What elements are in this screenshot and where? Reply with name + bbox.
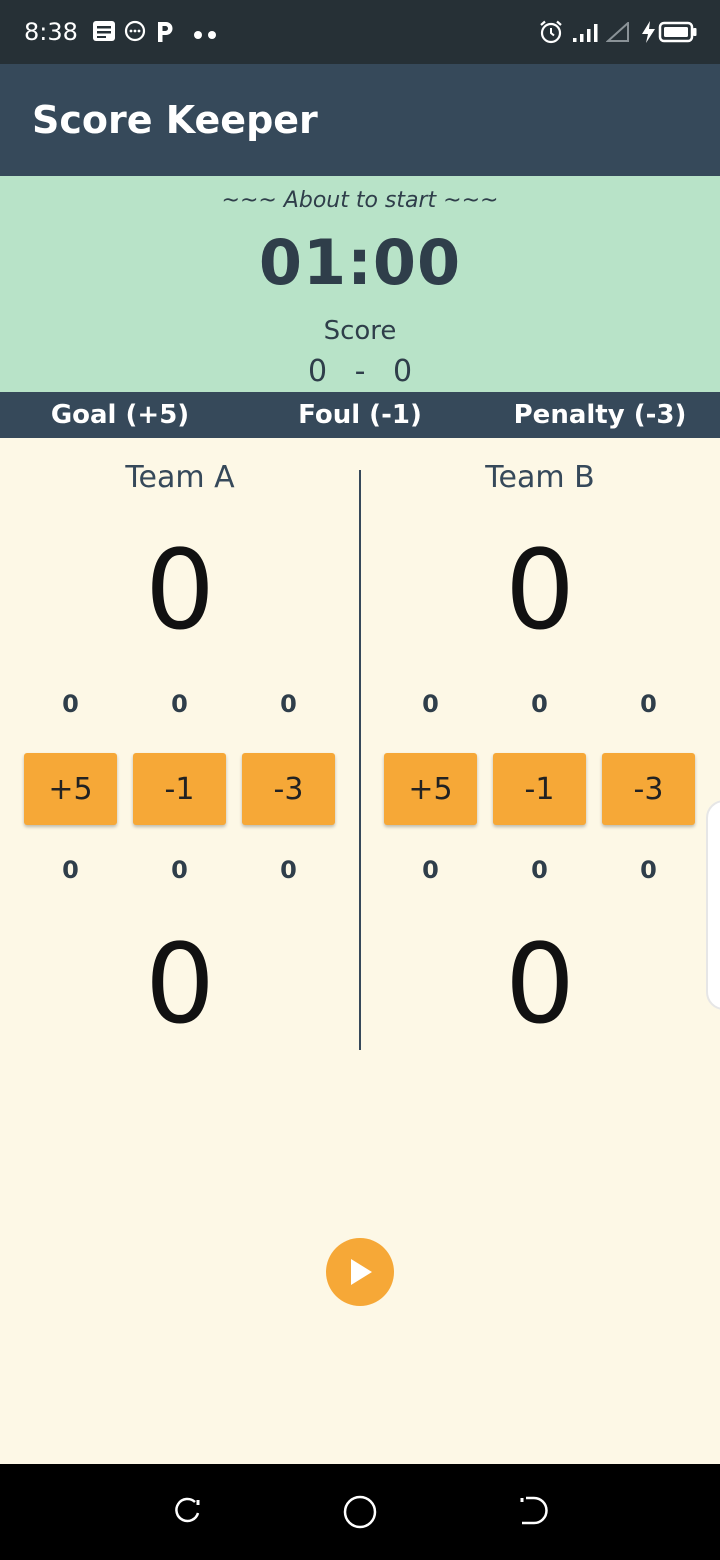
navigation-bar [0,1464,720,1560]
recents-icon[interactable] [170,1494,204,1533]
overall-score-team-a: 0 [307,354,328,389]
legend-penalty: Penalty (-3) [513,400,687,430]
more-dots-icon [193,27,217,45]
team-a-score: 0 [145,526,215,654]
legend-foul: Foul (-1) [298,400,422,430]
team-b-goal-count: 0 [422,690,439,718]
game-info-panel: ~~~ About to start ~~~ 01:00 Score 0 - 0 [0,176,720,392]
team-b-goal-points: 0 [422,856,439,884]
team-b-panel: Team B 0 0 0 0 +5 -1 -3 0 0 0 0 [360,438,720,1058]
team-b-penalty-count: 0 [640,690,657,718]
team-b-foul-count: 0 [531,690,548,718]
signal-icon [572,22,600,47]
team-a-goal-points: 0 [62,856,79,884]
team-b-score: 0 [505,526,575,654]
team-b-name: Team B [485,460,595,495]
team-a-event-counts: 0 0 0 [0,690,360,730]
team-a-goal-count: 0 [62,690,79,718]
notes-icon [92,20,116,47]
score-label: Score [323,316,397,346]
team-b-penalty-button[interactable]: -3 [602,753,695,825]
team-b-buttons: +5 -1 -3 [360,753,720,825]
team-b-penalty-points: 0 [640,856,657,884]
team-a-foul-points: 0 [171,856,188,884]
play-button[interactable] [326,1238,394,1306]
back-icon[interactable] [516,1494,550,1533]
overall-score: 0 - 0 [0,354,720,389]
overall-score-separator: - [354,354,366,389]
team-b-event-counts: 0 0 0 [360,690,720,730]
team-a-panel: Team A 0 0 0 0 +5 -1 -3 0 0 0 0 [0,438,360,1058]
team-b-foul-button[interactable]: -1 [493,753,586,825]
app-title: Score Keeper [32,98,318,142]
status-time: 8:38 [24,18,78,46]
messaging-icon [124,20,146,47]
team-a-penalty-count: 0 [280,690,297,718]
charging-icon [640,20,658,49]
team-a-name: Team A [125,460,235,495]
signal-empty-icon [605,20,630,47]
team-b-total: 0 [505,920,575,1048]
team-b-foul-points: 0 [531,856,548,884]
team-a-event-points: 0 0 0 [0,856,360,896]
alarm-icon [538,20,564,49]
app-bar: Score Keeper [0,64,720,176]
game-status: ~~~ About to start ~~~ [221,188,499,213]
team-b-event-points: 0 0 0 [360,856,720,896]
team-a-buttons: +5 -1 -3 [0,753,360,825]
edge-panel-handle[interactable] [706,800,720,1010]
status-bar: 8:38 [0,0,720,64]
team-b-goal-button[interactable]: +5 [384,753,477,825]
battery-icon [658,21,698,48]
scoring-legend: Goal (+5) Foul (-1) Penalty (-3) [0,392,720,438]
home-icon[interactable] [342,1494,378,1535]
p-app-icon [155,20,175,49]
legend-goal: Goal (+5) [50,400,190,430]
overall-score-team-b: 0 [392,354,413,389]
team-a-total: 0 [145,920,215,1048]
team-a-foul-button[interactable]: -1 [133,753,226,825]
countdown-timer: 01:00 [258,226,462,299]
team-a-penalty-button[interactable]: -3 [242,753,335,825]
team-a-foul-count: 0 [171,690,188,718]
team-a-penalty-points: 0 [280,856,297,884]
play-icon [351,1259,372,1285]
team-a-goal-button[interactable]: +5 [24,753,117,825]
